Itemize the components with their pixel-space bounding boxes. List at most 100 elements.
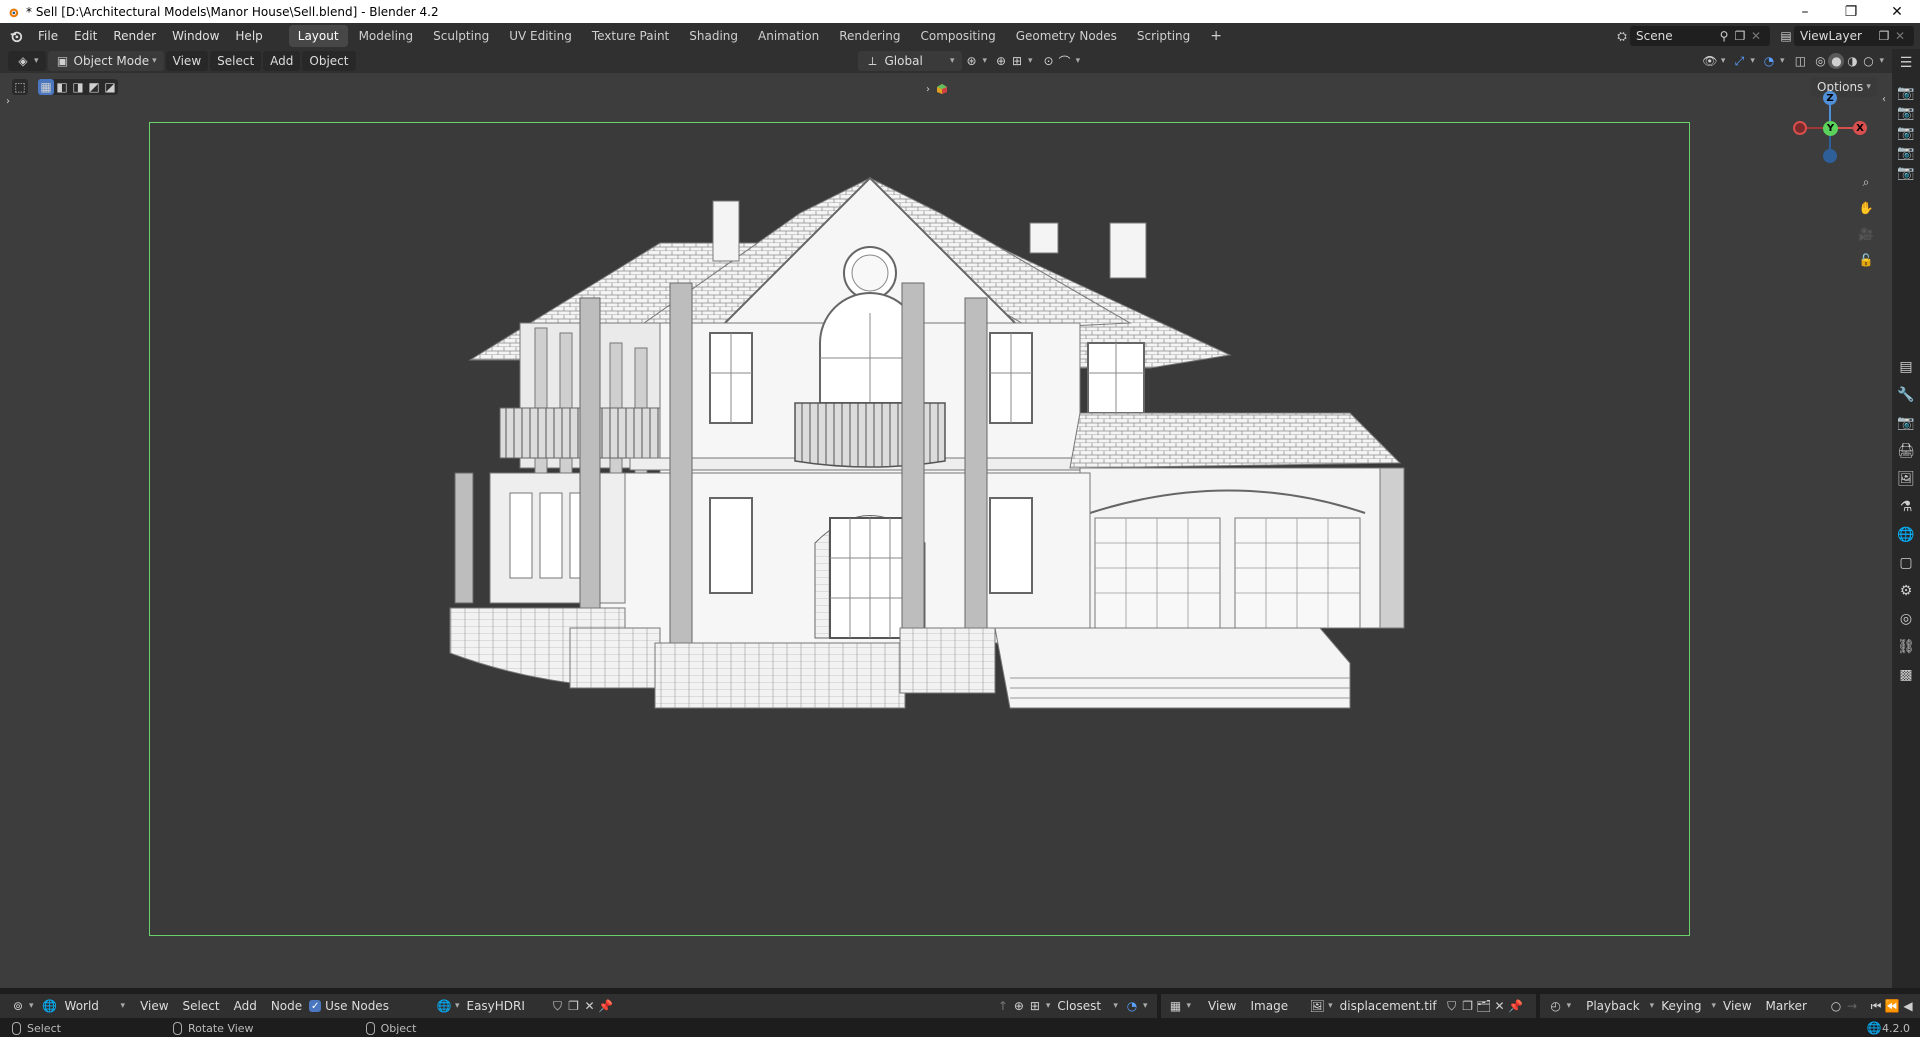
tab-rendering[interactable]: Rendering bbox=[830, 25, 909, 47]
visibility-icon[interactable]: 👁 bbox=[1702, 53, 1718, 69]
zoom-icon[interactable]: ⌕ bbox=[1854, 169, 1878, 195]
transform-orientation-selector[interactable]: ⟂ Global ▾ bbox=[857, 51, 962, 71]
view-layer-selector[interactable]: ViewLayer ❐ ✕ bbox=[1794, 26, 1914, 46]
render-properties-icon[interactable]: 📷 bbox=[1892, 409, 1920, 437]
menu-file[interactable]: File bbox=[30, 23, 66, 49]
image-menu[interactable]: Image bbox=[1244, 999, 1296, 1013]
gizmo-neg-z-axis[interactable] bbox=[1823, 149, 1837, 163]
pan-hand-icon[interactable]: ✋ bbox=[1854, 195, 1878, 221]
tab-layout[interactable]: Layout bbox=[288, 25, 348, 47]
new-scene-icon[interactable]: ❐ bbox=[1732, 28, 1748, 44]
world-type-icon[interactable]: 🌐 bbox=[42, 998, 58, 1014]
image-view-menu[interactable]: View bbox=[1201, 999, 1243, 1013]
use-nodes-checkbox[interactable]: ✓ bbox=[309, 1000, 322, 1012]
constraint-properties-icon[interactable]: ⛓ bbox=[1892, 633, 1920, 661]
falloff-icon[interactable]: ⌒ bbox=[1057, 53, 1073, 69]
lock-icon[interactable]: 🔓 bbox=[1854, 247, 1878, 273]
collection-icon[interactable] bbox=[934, 81, 950, 97]
unlink-world-icon[interactable]: ✕ bbox=[581, 998, 597, 1014]
select-invert-icon[interactable]: ◩ bbox=[86, 79, 102, 95]
view-menu[interactable]: View bbox=[165, 51, 209, 71]
marker-menu[interactable]: Marker bbox=[1759, 999, 1814, 1013]
image-open-icon[interactable]: 🗂 bbox=[1476, 998, 1492, 1014]
toolbar-toggle-icon[interactable]: › bbox=[0, 93, 16, 109]
overlays-icon[interactable]: ◔ bbox=[1761, 53, 1777, 69]
gizmo-neg-x-axis[interactable] bbox=[1793, 121, 1807, 135]
menu-edit[interactable]: Edit bbox=[66, 23, 105, 49]
tab-uv-editing[interactable]: UV Editing bbox=[500, 25, 581, 47]
overlay-toggle-icon[interactable]: ◔ bbox=[1124, 998, 1140, 1014]
restore-button[interactable]: ❐ bbox=[1828, 0, 1874, 23]
snap-target-icon[interactable]: ⊞ bbox=[1009, 53, 1025, 69]
scene-icon[interactable]: ⛭ bbox=[1614, 28, 1630, 44]
texture-properties-icon[interactable]: ▩ bbox=[1892, 661, 1920, 689]
world-browse-icon[interactable]: 🌐 bbox=[436, 998, 452, 1014]
camera-view-icon[interactable]: 🎥 bbox=[1854, 221, 1878, 247]
editor-type-button[interactable]: ◈ ▾ bbox=[8, 51, 46, 71]
shader-add-menu[interactable]: Add bbox=[227, 999, 264, 1013]
timeline-view-menu[interactable]: View bbox=[1716, 999, 1758, 1013]
pin-world-icon[interactable]: 📌 bbox=[597, 998, 613, 1014]
tool-properties-icon[interactable]: 🔧 bbox=[1892, 381, 1920, 409]
image-editor-icon[interactable]: ▦ bbox=[1167, 998, 1183, 1014]
close-window-button[interactable]: ✕ bbox=[1874, 0, 1920, 23]
tab-modeling[interactable]: Modeling bbox=[350, 25, 423, 47]
pin-icon[interactable]: ⚲ bbox=[1716, 28, 1732, 44]
select-extend-icon[interactable]: ◧ bbox=[54, 79, 70, 95]
sidebar-toggle-icon[interactable]: ‹ bbox=[1876, 91, 1892, 107]
tab-animation[interactable]: Animation bbox=[749, 25, 828, 47]
blender-menu-icon[interactable] bbox=[8, 28, 24, 44]
remove-view-layer-icon[interactable]: ✕ bbox=[1892, 28, 1908, 44]
shader-type-label[interactable]: World bbox=[58, 999, 118, 1013]
gizmo-icon[interactable]: ⤢ bbox=[1731, 53, 1747, 69]
gizmo-z-axis[interactable]: Z bbox=[1823, 91, 1837, 105]
shader-node-menu[interactable]: Node bbox=[264, 999, 309, 1013]
outliner-icon[interactable]: ☰ bbox=[1892, 49, 1920, 77]
pivot-point-icon[interactable]: ⊛ bbox=[964, 53, 980, 69]
menu-render[interactable]: Render bbox=[105, 23, 164, 49]
snap-toggle-icon[interactable]: ⊕ bbox=[1011, 998, 1027, 1014]
shader-view-menu[interactable]: View bbox=[133, 999, 175, 1013]
3d-viewport[interactable]: ⬚ ▦ ◧ ◨ ◩ ◪ › Options ▾ › Z Y X ⌕ ✋ 🎥 🔓 … bbox=[0, 73, 1892, 988]
output-properties-icon[interactable]: 🖨 bbox=[1892, 437, 1920, 465]
new-world-icon[interactable]: ❐ bbox=[565, 998, 581, 1014]
world-properties-icon[interactable]: 🌐 bbox=[1892, 521, 1920, 549]
snap-element-icon[interactable]: ⊞ bbox=[1027, 998, 1043, 1014]
world-name[interactable]: EasyHDRI bbox=[459, 999, 549, 1013]
select-subtract-icon[interactable]: ◨ bbox=[70, 79, 86, 95]
parent-icon[interactable]: ↑ bbox=[995, 998, 1011, 1014]
physics-properties-icon[interactable]: ◎ bbox=[1892, 605, 1920, 633]
solid-shading-icon[interactable]: ● bbox=[1828, 53, 1845, 69]
auto-keying-icon[interactable]: ○ bbox=[1828, 998, 1844, 1014]
view-layer-icon[interactable]: ▤ bbox=[1778, 28, 1794, 44]
camera-restrict-icon-3[interactable]: 📷 bbox=[1892, 123, 1920, 143]
image-unlink-icon[interactable]: ✕ bbox=[1492, 998, 1508, 1014]
tab-scripting[interactable]: Scripting bbox=[1128, 25, 1199, 47]
select-intersect-icon[interactable]: ◪ bbox=[102, 79, 118, 95]
scene-selector[interactable]: Scene ⚲ ❐ ✕ bbox=[1630, 26, 1770, 46]
add-menu[interactable]: Add bbox=[263, 51, 301, 71]
image-fake-user-icon[interactable]: ⛉ bbox=[1444, 998, 1460, 1014]
camera-restrict-icon-2[interactable]: 📷 bbox=[1892, 103, 1920, 123]
image-browse-icon[interactable]: 🖼 bbox=[1309, 998, 1325, 1014]
remove-scene-icon[interactable]: ✕ bbox=[1748, 28, 1764, 44]
add-workspace-button[interactable]: + bbox=[1201, 25, 1231, 47]
keying-menu[interactable]: Keying bbox=[1654, 999, 1708, 1013]
object-properties-icon[interactable]: ▢ bbox=[1892, 549, 1920, 577]
image-pin-icon[interactable]: 📌 bbox=[1508, 998, 1524, 1014]
new-view-layer-icon[interactable]: ❐ bbox=[1876, 28, 1892, 44]
gizmo-x-axis[interactable]: X bbox=[1853, 121, 1867, 135]
shader-select-menu[interactable]: Select bbox=[176, 999, 227, 1013]
object-menu[interactable]: Object bbox=[302, 51, 356, 71]
snap-target-label[interactable]: Closest bbox=[1050, 999, 1110, 1013]
fake-user-icon[interactable]: ⛉ bbox=[549, 998, 565, 1014]
wireframe-shading-icon[interactable]: ◎ bbox=[1812, 53, 1828, 69]
rendered-shading-icon[interactable]: ○ bbox=[1860, 53, 1876, 69]
jump-keyframe-back-icon[interactable]: ⏪ bbox=[1884, 998, 1900, 1014]
properties-editor-icon[interactable]: ▤ bbox=[1892, 353, 1920, 381]
tab-sculpting[interactable]: Sculpting bbox=[424, 25, 498, 47]
view-layer-properties-icon[interactable]: 🖼 bbox=[1892, 465, 1920, 493]
play-reverse-icon[interactable]: ◀ bbox=[1900, 998, 1916, 1014]
tab-shading[interactable]: Shading bbox=[680, 25, 747, 47]
camera-restrict-icon[interactable]: 📷 bbox=[1892, 83, 1920, 103]
